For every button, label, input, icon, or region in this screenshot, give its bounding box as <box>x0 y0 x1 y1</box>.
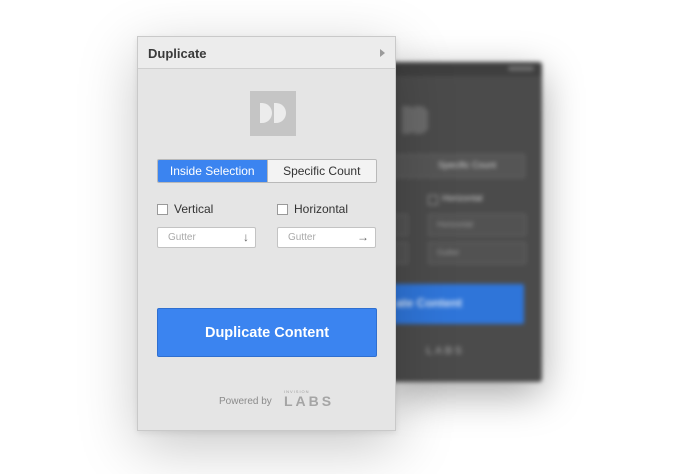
background-segmented-control: Specific Count <box>392 154 525 178</box>
background-field-gutter: Gutter <box>428 242 526 264</box>
panel-titlebar: Duplicate <box>138 37 395 69</box>
panel-title: Duplicate <box>148 46 207 61</box>
vertical-label: Vertical <box>174 202 214 216</box>
horizontal-option[interactable]: Horizontal <box>277 202 348 216</box>
horizontal-gutter-input[interactable] <box>278 228 358 247</box>
background-window-controls <box>508 66 534 71</box>
duplicate-content-button[interactable]: Duplicate Content <box>157 308 377 357</box>
logo-right-d <box>274 103 286 123</box>
horizontal-checkbox[interactable] <box>277 203 288 215</box>
vertical-gutter-input[interactable] <box>158 228 238 247</box>
horizontal-label: Horizontal <box>294 202 349 216</box>
vertical-option[interactable]: Vertical <box>157 202 213 216</box>
background-button-label: ate Content <box>396 296 462 310</box>
vertical-gutter-field[interactable]: ↓ <box>157 227 256 248</box>
background-field-horizontal-text: Horizontal <box>437 220 474 229</box>
tab-inside-selection[interactable]: Inside Selection <box>158 160 267 182</box>
chevron-right-icon[interactable] <box>380 49 385 57</box>
logo-left-d <box>260 103 272 123</box>
background-brand: LABS <box>426 345 464 357</box>
background-tab-label: Specific Count <box>438 160 497 170</box>
panel-footer: Powered by INVISION LABS <box>138 389 395 411</box>
labs-logo[interactable]: LABS <box>284 393 334 409</box>
arrow-right-icon: → <box>357 230 369 244</box>
double-d-logo-icon <box>250 91 296 136</box>
horizontal-gutter-field[interactable]: → <box>277 227 376 248</box>
mode-segmented-control: Inside Selection Specific Count <box>157 159 377 183</box>
vertical-checkbox[interactable] <box>157 203 168 215</box>
arrow-down-icon: ↓ <box>243 230 249 244</box>
background-field-horizontal: Horizontal <box>428 214 526 236</box>
background-logo-icon <box>402 106 428 134</box>
background-field-gutter-text: Gutter <box>437 248 460 257</box>
background-primary-button: ate Content <box>392 284 524 324</box>
background-dark-panel: Specific Count Horizontal Horizontal Gut… <box>392 62 542 382</box>
background-check-label: Horizontal <box>442 193 483 203</box>
powered-by-text: Powered by <box>219 396 272 407</box>
duplicate-panel: Duplicate Inside Selection Specific Coun… <box>137 36 396 431</box>
background-checkbox <box>428 195 438 205</box>
tab-specific-count[interactable]: Specific Count <box>266 160 376 182</box>
